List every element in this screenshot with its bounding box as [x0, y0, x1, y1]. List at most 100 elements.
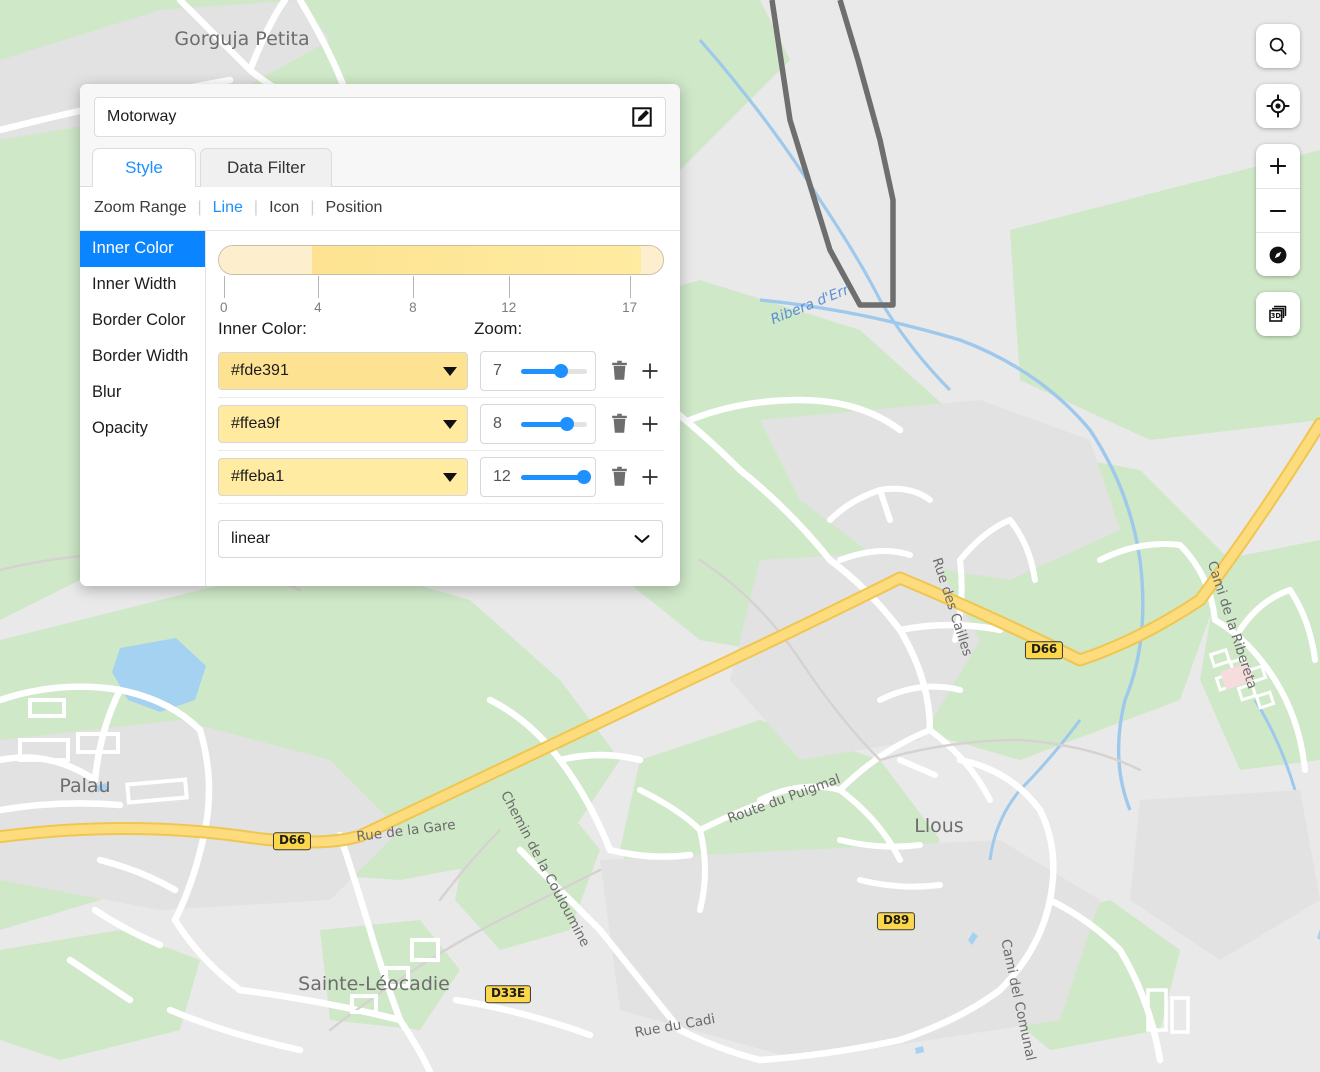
- edit-icon: [632, 107, 652, 127]
- trash-icon: [612, 466, 627, 486]
- chevron-down-icon: [634, 535, 650, 543]
- interpolation-select[interactable]: linear: [218, 520, 663, 558]
- ramp-gradient-segment: [312, 246, 641, 274]
- delete-stop-button[interactable]: [610, 360, 629, 382]
- tick-label: 4: [314, 300, 322, 315]
- zoom-in-button[interactable]: [1256, 144, 1300, 188]
- panel-tabs: Style Data Filter: [80, 148, 680, 188]
- tick-label: 8: [409, 300, 417, 315]
- minus-icon: [1269, 209, 1287, 212]
- add-stop-button[interactable]: [640, 414, 660, 434]
- plus-icon: [1269, 157, 1287, 175]
- stop-row-actions: [610, 360, 660, 382]
- tick-line: [508, 276, 510, 298]
- stop-row-actions: [610, 413, 660, 435]
- road-shield: D66: [1024, 641, 1064, 659]
- compass-icon: [1269, 246, 1287, 263]
- ramp-end-cap: [640, 246, 663, 274]
- search-icon: [1269, 37, 1287, 55]
- locate-control-group: [1256, 84, 1300, 128]
- search-button[interactable]: [1256, 24, 1300, 68]
- map-application: Gorguja Petita Palau Llous Sainte-Léocad…: [0, 0, 1320, 1072]
- road-shield: D66: [272, 832, 312, 850]
- edit-layer-button[interactable]: [631, 106, 653, 128]
- zoom-value: 8: [493, 415, 502, 432]
- property-item-blur[interactable]: Blur: [80, 375, 205, 411]
- tick-label: 12: [501, 300, 517, 315]
- ramp-tick: 4: [314, 276, 322, 315]
- plus-icon: [642, 469, 658, 485]
- tab-data-filter[interactable]: Data Filter: [200, 148, 333, 187]
- panel-footer-spacer: [218, 558, 664, 580]
- property-item-border-width[interactable]: Border Width: [80, 339, 205, 375]
- panel-main: 0 4 8 12 17 Inner Color: Zoom: #fde391 7…: [206, 231, 680, 586]
- zoom-out-button[interactable]: [1256, 188, 1300, 232]
- color-value-label: #ffeba1: [231, 468, 285, 485]
- trash-icon: [612, 413, 627, 433]
- add-stop-button[interactable]: [640, 467, 660, 487]
- color-stop-row: #ffea9f 8: [218, 398, 664, 451]
- zoom-slider[interactable]: [521, 364, 587, 378]
- slider-thumb[interactable]: [560, 417, 575, 431]
- layer-name-input[interactable]: Motorway: [94, 97, 666, 137]
- plus-icon: [642, 363, 658, 379]
- subnav-icon[interactable]: Icon: [269, 199, 299, 217]
- color-value-select[interactable]: #fde391: [218, 352, 468, 390]
- road-shield: D33E: [484, 985, 532, 1003]
- slider-thumb[interactable]: [576, 470, 591, 484]
- zoom-slider[interactable]: [521, 417, 587, 431]
- compass-button[interactable]: [1256, 232, 1300, 276]
- locate-button[interactable]: [1256, 84, 1300, 128]
- ramp-tick: 0: [220, 276, 228, 315]
- subnav-line[interactable]: Line: [213, 199, 243, 217]
- toggle-3d-button[interactable]: 3D: [1256, 292, 1300, 336]
- svg-text:3D: 3D: [1271, 312, 1282, 320]
- tick-line: [629, 276, 631, 298]
- zoom-gradient-preview: 0 4 8 12 17: [218, 245, 664, 315]
- color-column-header: Inner Color:: [218, 319, 307, 338]
- search-control-group: [1256, 24, 1300, 68]
- zoom-value: 7: [493, 362, 502, 379]
- 3d-control-group: 3D: [1256, 292, 1300, 336]
- property-list: Inner Color Inner Width Border Color Bor…: [80, 231, 206, 586]
- map-controls: 3D: [1256, 24, 1300, 336]
- ramp-flat-segment: [219, 246, 313, 274]
- color-value-label: #ffea9f: [231, 415, 280, 432]
- zoom-stop-control[interactable]: 12: [480, 457, 596, 497]
- plus-icon: [642, 416, 658, 432]
- locate-icon: [1266, 94, 1290, 118]
- trash-icon: [612, 360, 627, 380]
- property-item-opacity[interactable]: Opacity: [80, 411, 205, 447]
- zoom-value: 12: [493, 468, 511, 485]
- stop-row-actions: [610, 466, 660, 488]
- interpolation-value: linear: [231, 530, 271, 547]
- chevron-down-icon: [443, 419, 457, 429]
- color-value-select[interactable]: #ffea9f: [218, 405, 468, 443]
- slider-thumb[interactable]: [553, 364, 568, 378]
- zoom-column-header: Zoom:: [474, 319, 523, 338]
- slider-fill: [521, 475, 584, 480]
- subnav-zoom-range[interactable]: Zoom Range: [94, 199, 187, 217]
- layer-name-value: Motorway: [107, 108, 177, 125]
- subnav-separator: |: [310, 199, 315, 216]
- subnav-position[interactable]: Position: [325, 199, 382, 217]
- ramp-tick: 12: [501, 276, 516, 315]
- tick-line: [223, 276, 225, 298]
- property-item-border-color[interactable]: Border Color: [80, 303, 205, 339]
- tab-style[interactable]: Style: [92, 148, 196, 188]
- ramp-tick-axis: 0 4 8 12 17: [218, 276, 664, 316]
- zoom-stop-control[interactable]: 7: [480, 351, 596, 391]
- ramp-tick: 8: [409, 276, 417, 315]
- tick-label: 0: [220, 300, 228, 315]
- delete-stop-button[interactable]: [610, 413, 629, 435]
- zoom-stop-control[interactable]: 8: [480, 404, 596, 444]
- tick-label: 17: [622, 300, 638, 315]
- zoom-slider[interactable]: [521, 470, 591, 484]
- delete-stop-button[interactable]: [610, 466, 629, 488]
- property-item-inner-color[interactable]: Inner Color: [80, 231, 205, 267]
- color-value-select[interactable]: #ffeba1: [218, 458, 468, 496]
- property-item-inner-width[interactable]: Inner Width: [80, 267, 205, 303]
- color-value-label: #fde391: [231, 362, 289, 379]
- panel-titlebar: Motorway: [80, 84, 680, 148]
- add-stop-button[interactable]: [640, 361, 660, 381]
